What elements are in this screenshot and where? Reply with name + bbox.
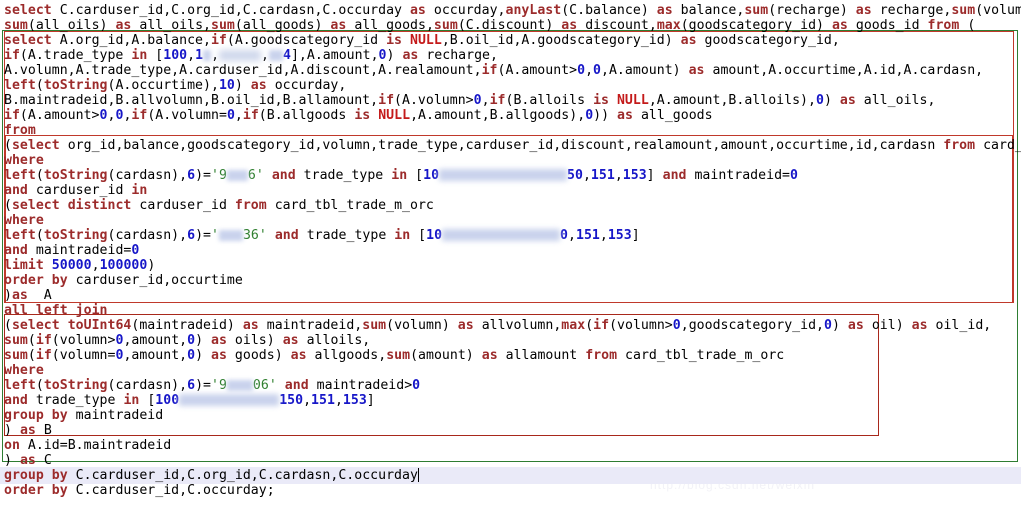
code-line-24[interactable]: sum(if(volumn=0,amount,0) as goods) as a… [0,347,784,364]
sql-code-editor[interactable]: select C.carduser_id,C.org_id,C.cardasn,… [0,0,1021,505]
code-line-10[interactable]: (select org_id,balance,goodscategory_id,… [0,137,1021,154]
text-caret [417,468,419,482]
code-line-33[interactable]: order by C.carduser_id,C.occurday; [0,482,275,499]
code-line-14[interactable]: (select distinct carduser_id from card_t… [0,197,434,214]
code-line-8[interactable]: if(A.amount>0,0,if(A.volumn=0,if(B.allgo… [0,107,713,124]
